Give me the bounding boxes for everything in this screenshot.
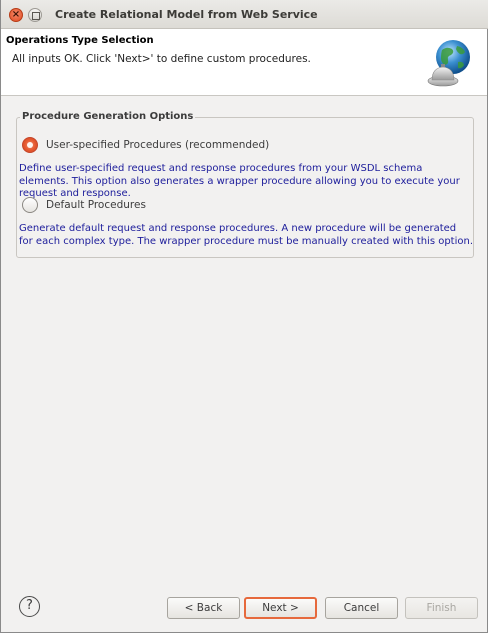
user-specified-description: Define user-specified request and respon… — [19, 163, 460, 199]
default-procedures-radio[interactable] — [22, 197, 38, 213]
dialog-window: × Create Relational Model from Web Servi… — [0, 0, 488, 633]
default-procedures-label[interactable]: Default Procedures — [46, 199, 146, 211]
option-user-specified[interactable]: User-specified Procedures (recommended) — [22, 136, 269, 154]
status-message: All inputs OK. Click 'Next>' to define c… — [12, 53, 311, 65]
default-procedures-description: Generate default request and response pr… — [19, 223, 474, 247]
cancel-button[interactable]: Cancel — [325, 597, 398, 619]
globe-service-icon — [427, 40, 470, 87]
back-button[interactable]: < Back — [167, 597, 240, 619]
finish-button[interactable]: Finish — [405, 597, 478, 619]
group-legend: Procedure Generation Options — [20, 111, 196, 122]
next-button[interactable]: Next > — [244, 597, 317, 619]
option-default[interactable]: Default Procedures — [22, 196, 146, 214]
window-title: Create Relational Model from Web Service — [55, 8, 318, 21]
close-icon[interactable]: × — [9, 8, 23, 22]
help-icon[interactable]: ? — [19, 596, 40, 617]
title-bar: × Create Relational Model from Web Servi… — [1, 0, 488, 29]
maximize-icon[interactable] — [28, 8, 42, 22]
page-title: Operations Type Selection — [6, 35, 154, 46]
procedure-generation-options-group: Procedure Generation Options User-specif… — [16, 111, 474, 258]
wizard-banner: Operations Type Selection All inputs OK.… — [1, 29, 487, 96]
user-specified-label[interactable]: User-specified Procedures (recommended) — [46, 139, 269, 151]
user-specified-radio[interactable] — [22, 137, 38, 153]
